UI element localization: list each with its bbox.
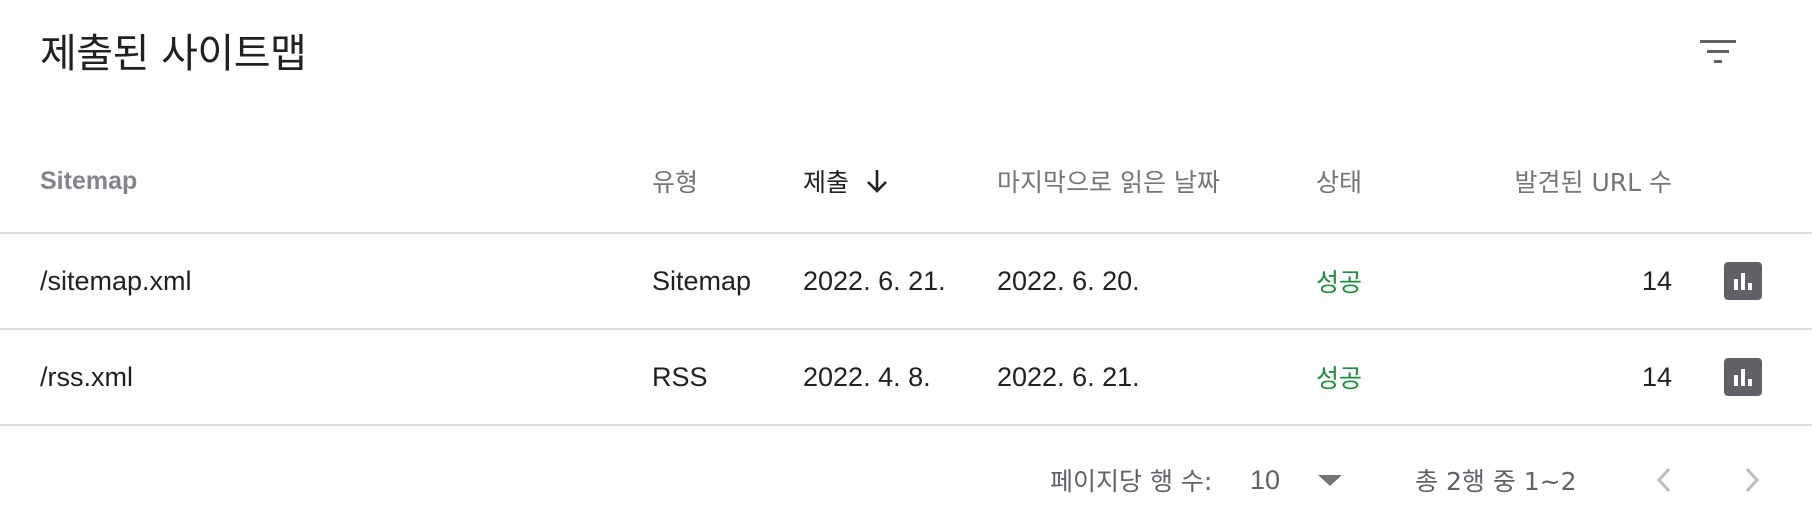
previous-page-button[interactable] [1638,454,1690,506]
next-page-button[interactable] [1726,454,1778,506]
table-row[interactable]: /rss.xml RSS 2022. 4. 8. 2022. 6. 21. 성공… [0,330,1812,426]
column-header-status[interactable]: 상태 [1316,130,1362,232]
chevron-right-icon [1745,467,1760,493]
filter-list-icon [1700,40,1736,63]
bar-chart-icon[interactable] [1724,262,1762,300]
last-read-date: 2022. 6. 20. [997,265,1140,296]
status-badge: 성공 [1316,268,1363,297]
last-read-date: 2022. 6. 21. [997,361,1140,392]
page-header: 제출된 사이트맵 [0,0,1812,110]
sitemaps-table: Sitemap 유형 제출 마지막으로 읽은 날짜 상태 발견된 URL 수 /… [0,130,1812,426]
arrow-down-icon [865,168,889,194]
column-header-discovered-urls[interactable]: 발견된 URL 수 [1470,130,1673,232]
rows-per-page-select[interactable]: 10 [1250,440,1350,520]
page-range-text: 총 2행 중 1~2 [1415,467,1577,496]
discovered-url-count: 14 [1641,361,1672,392]
chevron-left-icon [1656,467,1671,493]
pagination-bar: 페이지당 행 수: 10 총 2행 중 1~2 [0,440,1812,520]
page-title: 제출된 사이트맵 [40,31,307,77]
dropdown-arrow-icon [1318,473,1343,487]
table-row[interactable]: /sitemap.xml Sitemap 2022. 6. 21. 2022. … [0,234,1812,330]
column-header-last-read[interactable]: 마지막으로 읽은 날짜 [997,130,1220,232]
column-header-sitemap[interactable]: Sitemap [40,130,137,232]
submitted-date: 2022. 6. 21. [803,265,946,296]
sitemap-path: /rss.xml [40,361,133,392]
sitemap-type: Sitemap [652,265,752,296]
rows-per-page-label: 페이지당 행 수: [1050,467,1213,496]
discovered-url-count: 14 [1641,265,1672,296]
submitted-date: 2022. 4. 8. [803,361,931,392]
sitemap-type: RSS [652,361,708,392]
column-header-submitted[interactable]: 제출 [803,130,889,232]
sitemap-path: /sitemap.xml [40,265,192,296]
column-header-type[interactable]: 유형 [652,130,698,232]
report-button[interactable] [1724,330,1762,424]
status-badge: 성공 [1316,364,1363,393]
rows-per-page-value: 10 [1250,464,1281,495]
column-header-submitted-label: 제출 [803,168,850,197]
filter-button[interactable] [1690,24,1746,80]
report-button[interactable] [1724,234,1762,328]
table-header-row: Sitemap 유형 제출 마지막으로 읽은 날짜 상태 발견된 URL 수 [0,130,1812,234]
bar-chart-icon[interactable] [1724,358,1762,396]
